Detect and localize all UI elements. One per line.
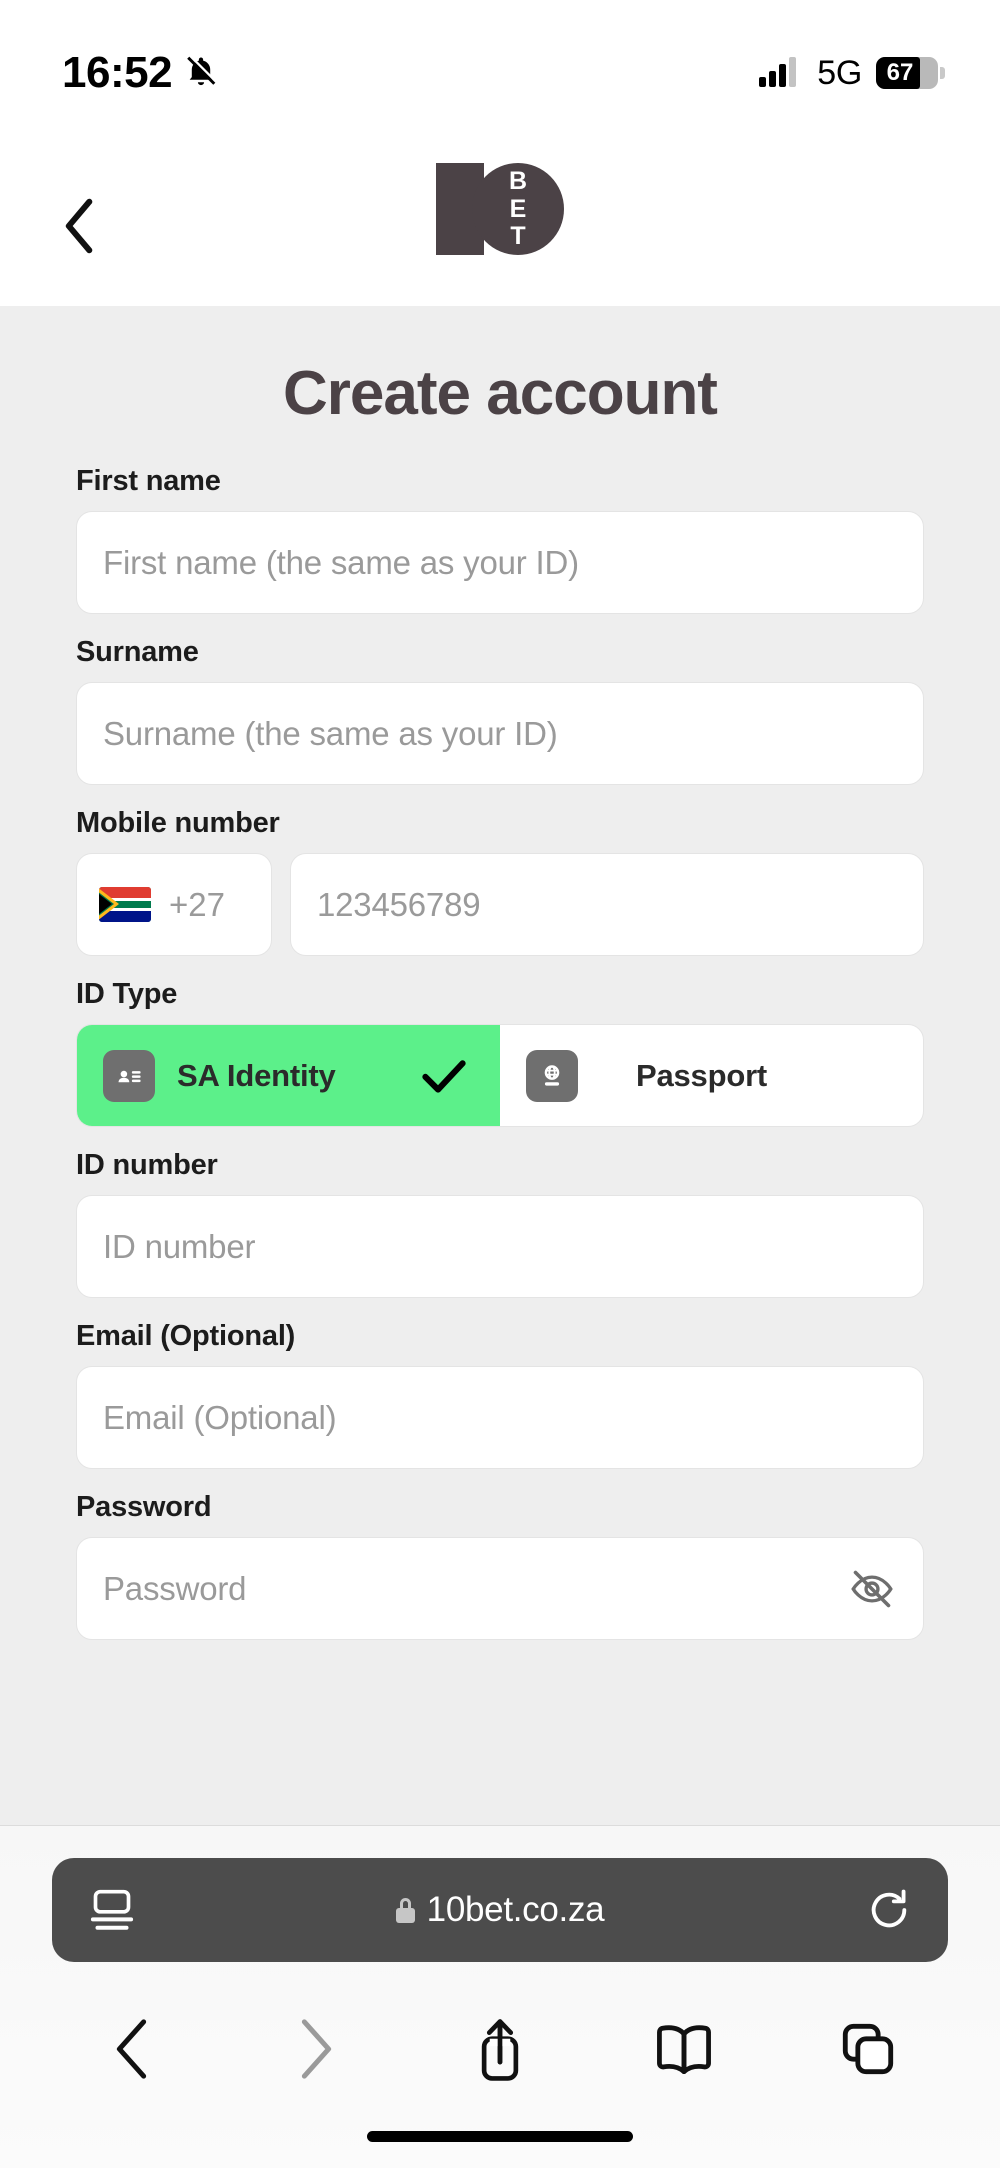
field-first-name: First name First name (the same as your … xyxy=(76,465,924,614)
input-email[interactable]: Email (Optional) xyxy=(76,1366,924,1469)
id-type-label-passport: Passport xyxy=(636,1057,768,1093)
input-first-name[interactable]: First name (the same as your ID) xyxy=(76,511,924,614)
label-email: Email (Optional) xyxy=(76,1320,296,1352)
url-bar[interactable]: 10bet.co.za xyxy=(52,1858,948,1962)
safari-bottom-chrome: 10bet.co.za xyxy=(0,1825,1000,2168)
book-icon xyxy=(657,2025,711,2075)
header-back-button[interactable] xyxy=(50,198,110,258)
toolbar-bookmarks-button[interactable] xyxy=(636,2001,732,2097)
lock-icon xyxy=(395,1897,415,1923)
south-africa-flag-icon xyxy=(99,887,151,922)
battery-cap xyxy=(940,67,945,79)
placeholder-mobile-number: 123456789 xyxy=(317,885,481,923)
bell-slash-icon xyxy=(184,54,218,93)
label-id-number: ID number xyxy=(76,1149,218,1181)
field-password: Password Password xyxy=(76,1491,924,1640)
label-mobile-number: Mobile number xyxy=(76,807,280,839)
phone-screen: 16:52 5G 67 B E T Create account First n… xyxy=(0,0,1000,2168)
chevron-left-icon xyxy=(116,2019,147,2079)
label-first-name: First name xyxy=(76,465,221,497)
brand-logo: B E T xyxy=(0,112,1000,306)
mobile-number-row: +27 123456789 xyxy=(76,853,924,956)
toolbar-back-button[interactable] xyxy=(84,2001,180,2097)
input-mobile-number[interactable]: 123456789 xyxy=(290,853,924,956)
placeholder-id-number: ID number xyxy=(103,1227,256,1265)
label-surname: Surname xyxy=(76,636,199,668)
logo-letter-b: B xyxy=(508,167,528,195)
reload-icon[interactable] xyxy=(866,1887,912,1933)
network-label: 5G xyxy=(817,53,862,92)
chevron-left-icon xyxy=(63,198,97,259)
status-bar-right: 5G 67 xyxy=(759,53,945,93)
toolbar-share-button[interactable] xyxy=(452,2001,548,2097)
logo-letter-t: T xyxy=(510,222,526,250)
id-card-icon xyxy=(103,1049,155,1102)
field-id-number: ID number ID number xyxy=(76,1149,924,1298)
placeholder-password: Password xyxy=(103,1569,247,1607)
id-type-label-sa-identity: SA Identity xyxy=(177,1057,336,1093)
field-surname: Surname Surname (the same as your ID) xyxy=(76,636,924,785)
country-code-selector[interactable]: +27 xyxy=(76,853,272,956)
logo-bet-letters: B E T xyxy=(500,169,536,249)
placeholder-email: Email (Optional) xyxy=(103,1398,337,1436)
label-id-type: ID Type xyxy=(76,978,178,1010)
label-password: Password xyxy=(76,1491,212,1523)
toolbar-forward-button[interactable] xyxy=(268,2001,364,2097)
country-code-text: +27 xyxy=(169,885,225,923)
url-text: 10bet.co.za xyxy=(426,1890,605,1929)
eye-slash-icon[interactable] xyxy=(847,1564,897,1614)
battery-percent: 67 xyxy=(886,59,914,86)
share-icon xyxy=(481,2019,519,2081)
app-header: B E T xyxy=(0,112,1000,306)
logo-letter-e: E xyxy=(509,194,527,223)
check-icon xyxy=(422,1059,466,1093)
id-type-option-sa-identity[interactable]: SA Identity xyxy=(77,1025,500,1126)
tabs-icon xyxy=(842,2023,894,2075)
battery-indicator: 67 xyxy=(876,57,945,89)
safari-toolbar xyxy=(0,1994,1000,2104)
chevron-right-icon xyxy=(301,2019,332,2079)
cellular-bars-icon xyxy=(759,55,803,92)
field-id-type: ID Type SA Identity Passport xyxy=(76,978,924,1127)
input-surname[interactable]: Surname (the same as your ID) xyxy=(76,682,924,785)
home-indicator xyxy=(367,2131,633,2142)
input-id-number[interactable]: ID number xyxy=(76,1195,924,1298)
id-type-segmented-control: SA Identity Passport xyxy=(76,1024,924,1127)
page-title: Create account xyxy=(283,359,718,428)
placeholder-first-name: First name (the same as your ID) xyxy=(103,543,579,581)
input-password[interactable]: Password xyxy=(76,1537,924,1640)
placeholder-surname: Surname (the same as your ID) xyxy=(103,714,558,752)
status-time: 16:52 xyxy=(62,48,173,97)
passport-icon xyxy=(526,1049,578,1102)
status-bar-left: 16:52 xyxy=(62,48,218,98)
field-mobile-number: Mobile number +27 123456789 xyxy=(76,807,924,956)
toolbar-tabs-button[interactable] xyxy=(820,2001,916,2097)
url-text-wrap: 10bet.co.za xyxy=(52,1890,948,1930)
ios-status-bar: 16:52 5G 67 xyxy=(0,0,1000,112)
create-account-page: Create account First name First name (th… xyxy=(0,306,1000,1825)
id-type-option-passport[interactable]: Passport xyxy=(500,1025,923,1126)
page-settings-aa-icon[interactable] xyxy=(88,1888,136,1932)
field-email: Email (Optional) Email (Optional) xyxy=(76,1320,924,1469)
